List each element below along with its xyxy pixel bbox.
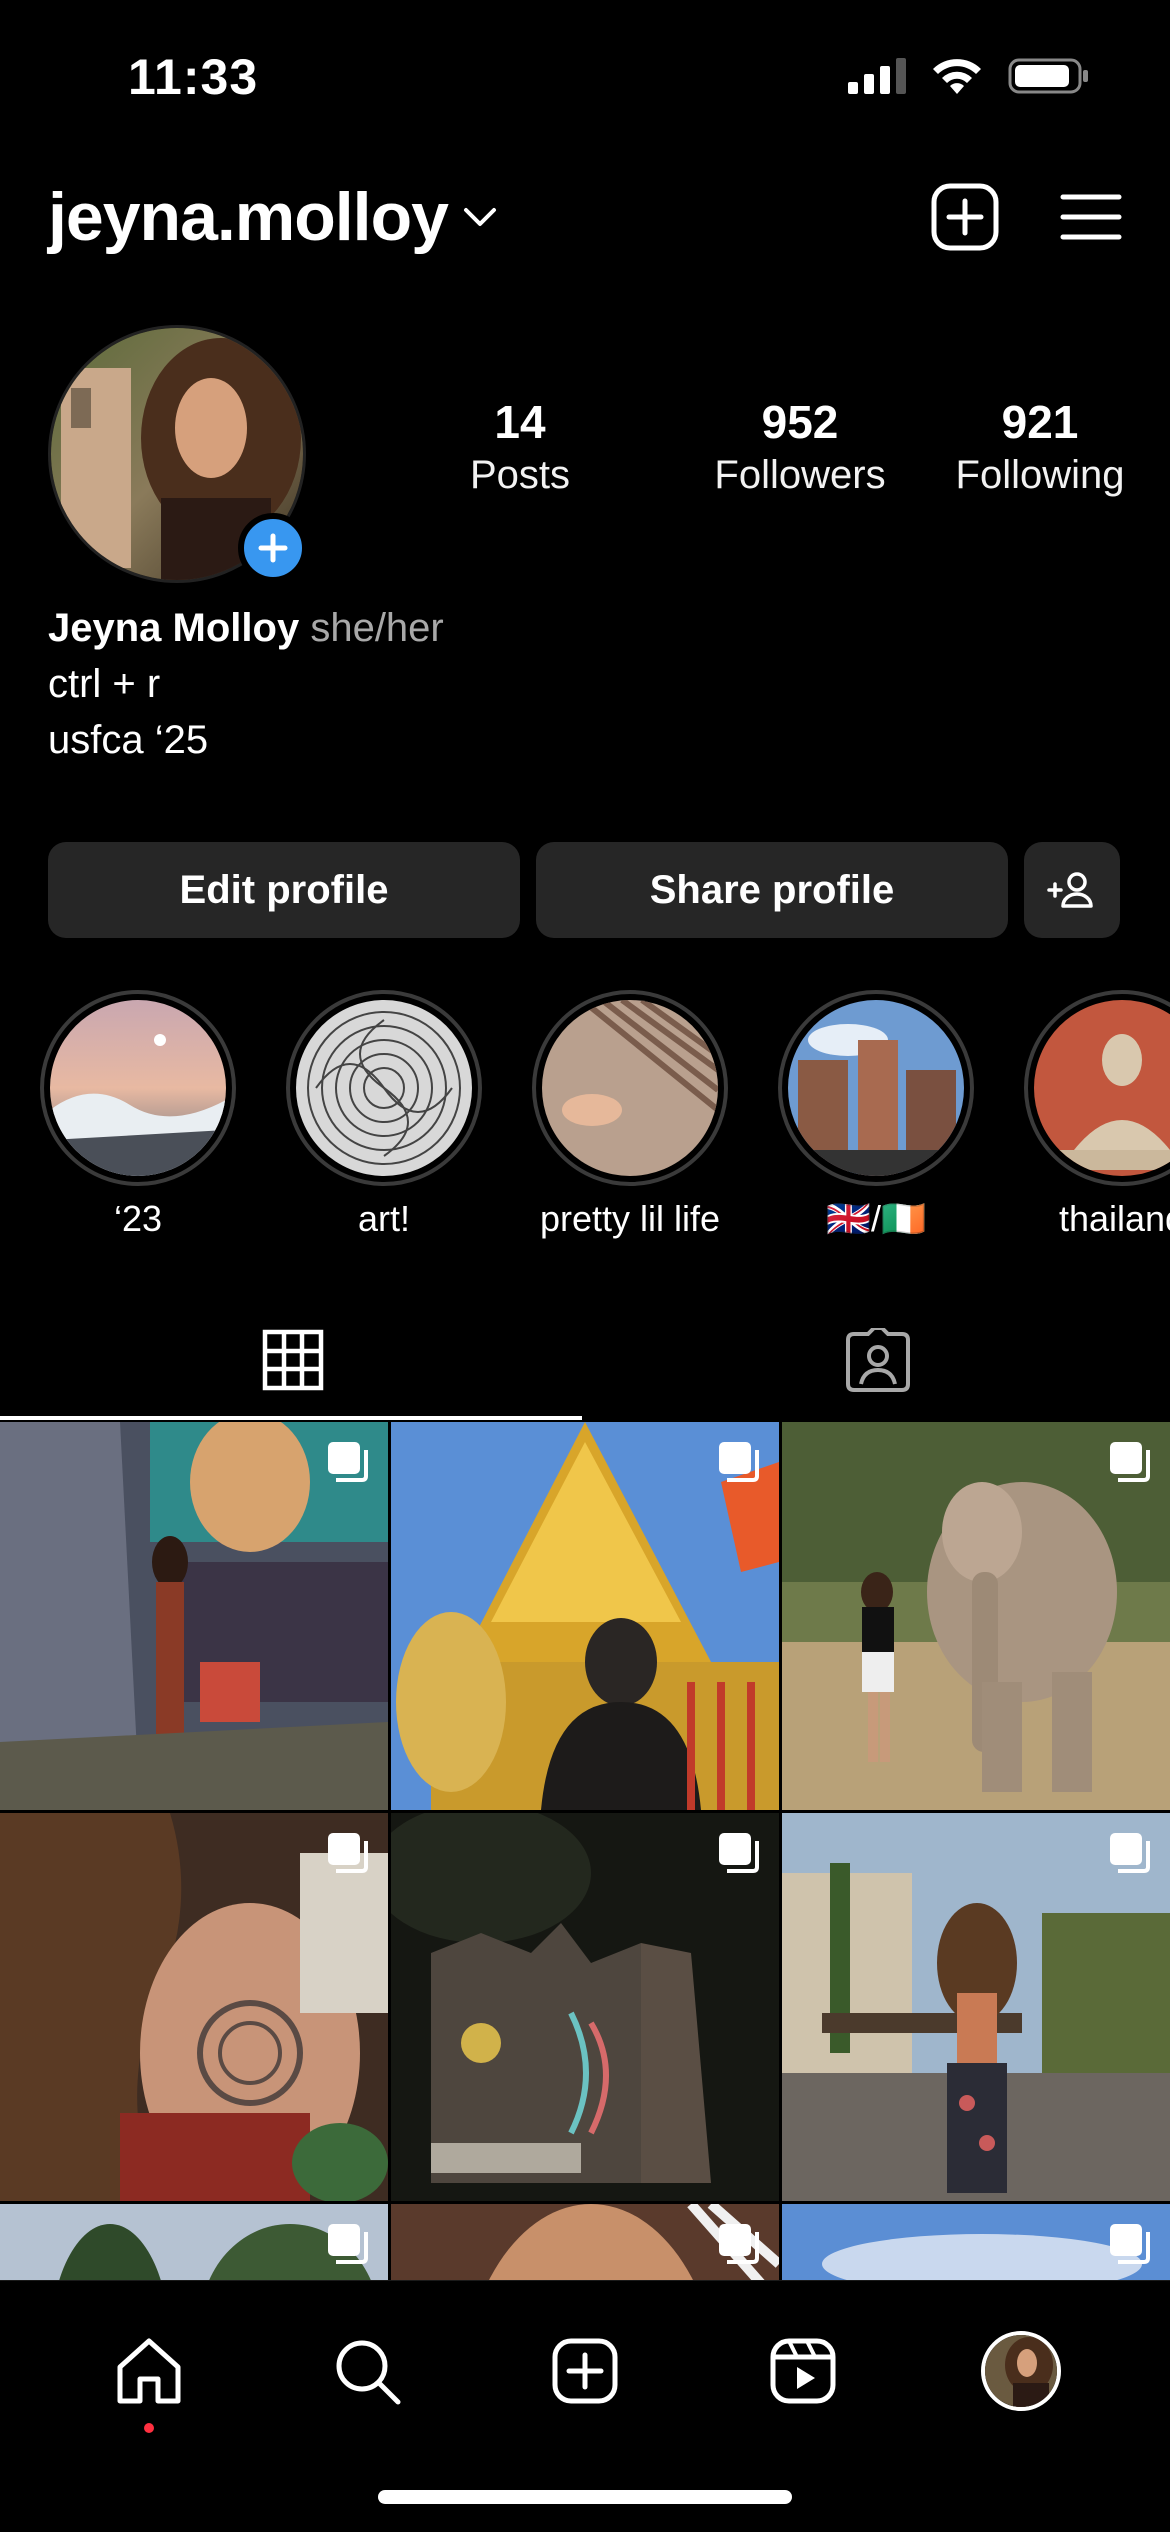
nav-items	[0, 2321, 1170, 2433]
chevron-down-icon	[463, 208, 496, 226]
active-tab-indicator	[0, 1416, 582, 1420]
post-thumbnail[interactable]	[782, 1422, 1170, 1810]
home-indicator[interactable]	[378, 2490, 792, 2504]
carousel-icon	[719, 2224, 759, 2264]
post-thumbnail[interactable]	[782, 1813, 1170, 2201]
bio-line-1: ctrl + r	[48, 662, 161, 706]
carousel-icon	[719, 1442, 759, 1482]
carousel-icon	[719, 1833, 759, 1873]
highlight-item[interactable]: art!	[286, 990, 482, 1240]
following-stat[interactable]: 921 Following	[940, 395, 1140, 498]
highlight-ring	[286, 990, 482, 1186]
highlight-item[interactable]: ‘23	[40, 990, 236, 1240]
share-profile-button[interactable]: Share profile	[536, 842, 1008, 938]
highlight-item[interactable]: pretty lil life	[532, 990, 728, 1240]
notification-dot	[144, 2423, 154, 2433]
profile-avatar-small	[981, 2331, 1061, 2411]
profile-stats: 14 Posts 952 Followers 921 Following	[440, 395, 1140, 498]
create-icon	[552, 2338, 618, 2404]
status-bar: 11:33	[0, 0, 1170, 150]
status-icons	[846, 56, 1090, 96]
post-thumbnail[interactable]	[0, 1422, 388, 1810]
status-time: 11:33	[128, 49, 259, 105]
following-count: 921	[1001, 396, 1079, 448]
hamburger-menu-icon[interactable]	[1060, 191, 1122, 243]
username: jeyna.molloy	[48, 179, 449, 255]
carousel-icon	[328, 1442, 368, 1482]
profile-actions: Edit profile Share profile	[48, 842, 1120, 938]
highlight-cover	[788, 1000, 964, 1176]
nav-search[interactable]	[317, 2321, 417, 2421]
highlight-label: 🇬🇧/🇮🇪	[826, 1198, 926, 1239]
plus-icon	[258, 533, 288, 563]
post-thumbnail[interactable]	[391, 1813, 779, 2201]
profile-bio: Jeyna Molloy she/her ctrl + r usfca ‘25	[48, 600, 444, 768]
highlight-ring	[1024, 990, 1170, 1186]
posts-count: 14	[494, 396, 546, 448]
post-thumbnail[interactable]	[391, 1422, 779, 1810]
following-label: Following	[955, 453, 1125, 497]
highlight-cover	[296, 1000, 472, 1176]
carousel-icon	[1110, 1833, 1150, 1873]
highlight-ring	[532, 990, 728, 1186]
edit-profile-button[interactable]: Edit profile	[48, 842, 520, 938]
highlight-item[interactable]: 🇬🇧/🇮🇪	[778, 990, 974, 1240]
posts-label: Posts	[469, 453, 571, 497]
account-switcher[interactable]: jeyna.molloy	[48, 178, 498, 256]
wifi-icon	[933, 59, 981, 94]
highlight-cover	[1034, 1000, 1170, 1176]
highlight-label: art!	[357, 1198, 410, 1239]
highlight-label: thailand	[1058, 1198, 1170, 1239]
highlight-label: ‘23	[113, 1198, 163, 1239]
bio-name-line: Jeyna Molloy she/her	[48, 600, 444, 656]
highlight-cover	[542, 1000, 718, 1176]
search-icon	[336, 2340, 401, 2405]
followers-stat[interactable]: 952 Followers	[680, 395, 920, 498]
discover-people-button[interactable]	[1024, 842, 1120, 938]
tab-tagged[interactable]	[585, 1300, 1170, 1420]
reels-icon	[770, 2338, 836, 2404]
pronouns: she/her	[310, 606, 444, 650]
plus-square-icon[interactable]	[930, 182, 1000, 252]
posts-stat[interactable]: 14 Posts	[440, 395, 600, 498]
followers-count: 952	[761, 396, 839, 448]
cellular-signal-icon	[848, 58, 906, 94]
grid-icon	[262, 1329, 323, 1391]
nav-profile[interactable]	[971, 2321, 1071, 2421]
battery-icon	[1008, 58, 1088, 94]
nav-reels[interactable]	[753, 2321, 853, 2421]
add-person-icon	[1047, 872, 1093, 908]
highlight-cover	[50, 1000, 226, 1176]
tagged-person-icon	[845, 1328, 910, 1392]
carousel-icon	[1110, 1442, 1150, 1482]
display-name: Jeyna Molloy	[48, 606, 300, 650]
profile-avatar[interactable]	[48, 325, 308, 583]
tab-posts-grid[interactable]	[0, 1300, 585, 1420]
nav-home[interactable]	[99, 2321, 199, 2433]
bio-line-2: usfca ‘25	[48, 718, 209, 762]
add-story-button[interactable]	[238, 513, 308, 583]
home-icon	[117, 2338, 181, 2404]
carousel-icon	[328, 2224, 368, 2264]
highlight-ring	[40, 990, 236, 1186]
story-highlights: ‘23 art! pretty lil life 🇬🇧/🇮🇪 thailan	[40, 990, 1170, 1240]
followers-label: Followers	[714, 453, 886, 497]
highlight-item[interactable]: thailand	[1024, 990, 1170, 1240]
profile-tabs	[0, 1300, 1170, 1420]
highlight-label: pretty lil life	[539, 1198, 721, 1239]
header-actions	[930, 182, 1122, 252]
carousel-icon	[1110, 2224, 1150, 2264]
post-thumbnail[interactable]	[0, 1813, 388, 2201]
nav-create[interactable]	[535, 2321, 635, 2421]
highlight-ring	[778, 990, 974, 1186]
carousel-icon	[328, 1833, 368, 1873]
profile-header: jeyna.molloy	[0, 170, 1170, 280]
